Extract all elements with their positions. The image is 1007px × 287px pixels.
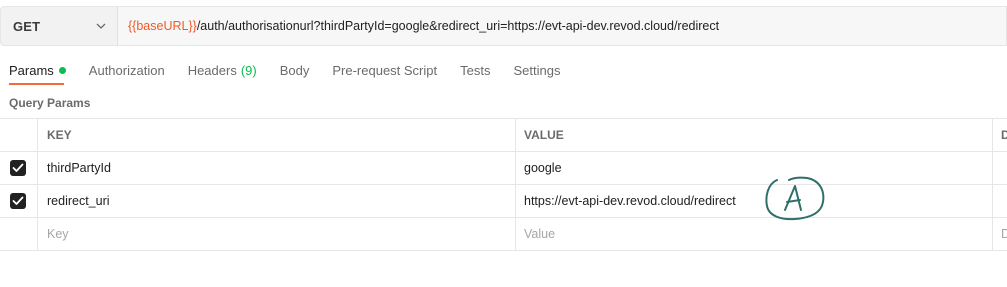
tab-label: Tests bbox=[460, 62, 491, 78]
request-bar: GET {{baseURL}}/auth/authorisationurl?th… bbox=[0, 6, 1007, 46]
tab-body[interactable]: Body bbox=[280, 61, 310, 79]
row-check-cell bbox=[0, 218, 38, 250]
param-value[interactable]: https://evt-api-dev.revod.cloud/redirect bbox=[516, 185, 993, 217]
method-select[interactable]: GET bbox=[0, 6, 117, 46]
headers-count: (9) bbox=[240, 62, 257, 78]
tab-params[interactable]: Params bbox=[9, 61, 66, 79]
row-check-cell bbox=[0, 152, 38, 184]
param-key[interactable]: thirdPartyId bbox=[38, 152, 516, 184]
annotation-circle-a bbox=[765, 176, 825, 221]
method-label: GET bbox=[13, 18, 41, 34]
url-path: /auth/authorisationurl?thirdPartyId=goog… bbox=[196, 19, 720, 33]
value-placeholder-input[interactable]: Value bbox=[516, 218, 993, 250]
params-table: KEY VALUE D thirdPartyId google redirect… bbox=[0, 118, 1007, 251]
tab-authorization[interactable]: Authorization bbox=[89, 61, 165, 79]
checkmark-icon bbox=[12, 163, 24, 172]
active-tab-underline bbox=[9, 83, 64, 85]
tab-pre-request-script[interactable]: Pre-request Script bbox=[332, 61, 437, 79]
tab-label: Authorization bbox=[88, 62, 165, 78]
table-row-empty: Key Value D bbox=[0, 218, 1007, 251]
tab-label: Headers bbox=[187, 62, 237, 78]
param-value[interactable]: google bbox=[516, 152, 993, 184]
tab-settings[interactable]: Settings bbox=[513, 61, 560, 79]
active-dot-icon bbox=[58, 66, 66, 74]
param-key[interactable]: redirect_uri bbox=[38, 185, 516, 217]
tab-label: Pre-request Script bbox=[332, 62, 438, 78]
tab-label: Body bbox=[279, 62, 310, 78]
tab-tests[interactable]: Tests bbox=[460, 61, 490, 79]
tab-label: Params bbox=[9, 62, 54, 78]
param-description[interactable] bbox=[993, 185, 1007, 217]
checkbox[interactable] bbox=[10, 193, 26, 209]
row-check-cell bbox=[0, 185, 38, 217]
key-placeholder-input[interactable]: Key bbox=[38, 218, 516, 250]
header-description: D bbox=[1001, 128, 1007, 142]
header-check-cell bbox=[0, 119, 38, 151]
table-row: redirect_uri https://evt-api-dev.revod.c… bbox=[0, 185, 1007, 218]
table-row: thirdPartyId google bbox=[0, 152, 1007, 185]
url-input[interactable]: {{baseURL}}/auth/authorisationurl?thirdP… bbox=[117, 6, 1007, 46]
tab-headers[interactable]: Headers (9) bbox=[188, 61, 257, 79]
header-key: KEY bbox=[38, 119, 516, 151]
header-value: VALUE bbox=[516, 119, 993, 151]
description-placeholder-input[interactable]: D bbox=[993, 218, 1007, 250]
checkmark-icon bbox=[12, 196, 24, 205]
tab-label: Settings bbox=[513, 62, 561, 78]
url-variable: {{baseURL}} bbox=[128, 19, 197, 33]
request-tabs: Params Authorization Headers (9) Body Pr… bbox=[9, 61, 583, 87]
table-header-row: KEY VALUE D bbox=[0, 118, 1007, 152]
chevron-down-icon bbox=[96, 21, 106, 31]
section-title: Query Params bbox=[9, 96, 91, 110]
param-description[interactable] bbox=[993, 152, 1007, 184]
checkbox[interactable] bbox=[10, 160, 26, 176]
